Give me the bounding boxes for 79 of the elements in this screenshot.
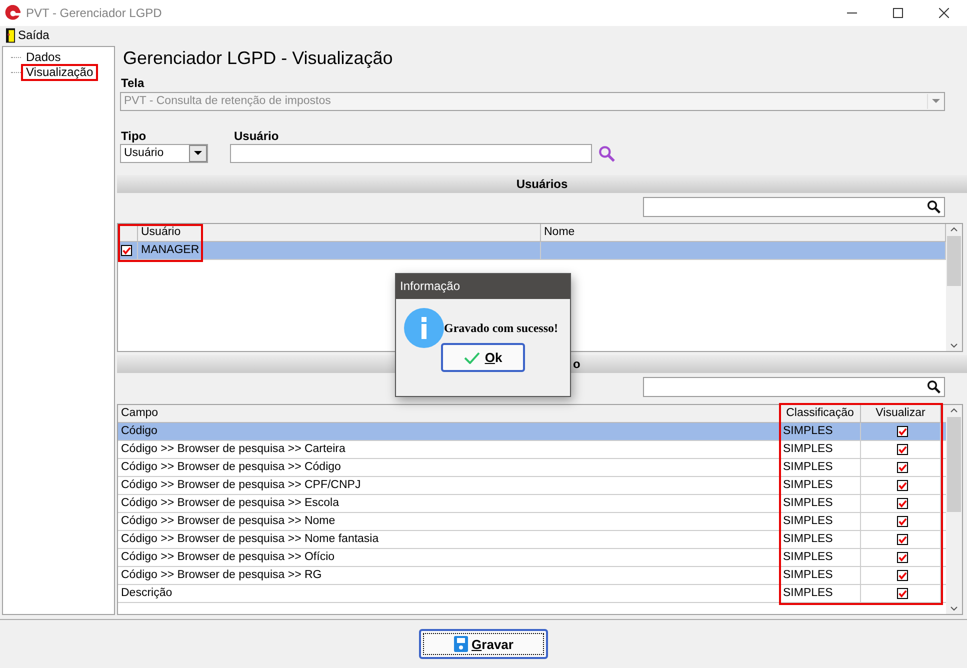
type-dropdown[interactable]: Usuário xyxy=(120,144,208,163)
scroll-down-icon[interactable] xyxy=(950,606,958,611)
column-header[interactable]: Usuário xyxy=(138,224,541,241)
checkbox[interactable] xyxy=(896,462,908,473)
save-button[interactable]: Gravar xyxy=(419,629,548,659)
table-cell-text: Código >> Browser de pesquisa >> Ofício xyxy=(121,550,335,565)
table-row[interactable]: MANAGER xyxy=(118,242,946,260)
table-row[interactable]: Código SIMPLES xyxy=(118,422,946,441)
table-row[interactable]: Código >> Browser de pesquisa >> CPF/CNPJ SIMPLES xyxy=(118,476,946,495)
table-row[interactable]: Código >> Browser de pesquisa >> Nome fantasia SIMPLES xyxy=(118,530,946,549)
table-row[interactable]: Código >> Browser de pesquisa >> RG SIMPLES xyxy=(118,566,946,585)
checkbox[interactable] xyxy=(896,444,908,455)
search-icon[interactable] xyxy=(927,380,941,394)
table-cell-text: Código >> Browser de pesquisa >> Código xyxy=(121,460,341,475)
page-heading: Gerenciador LGPD - Visualização xyxy=(122,47,394,70)
dialog-title: Informação xyxy=(396,274,570,299)
window-title: PVT - Gerenciador LGPD xyxy=(26,6,163,20)
scroll-up-icon[interactable] xyxy=(950,408,958,413)
scroll-up-icon[interactable] xyxy=(950,226,958,232)
checkbox[interactable] xyxy=(896,426,908,437)
ok-button[interactable]: Ok xyxy=(441,343,525,372)
table-row[interactable]: Descrição SIMPLES xyxy=(118,584,946,603)
maximize-icon[interactable] xyxy=(893,8,903,18)
filter-field[interactable] xyxy=(643,376,945,397)
table-cell-text: SIMPLES xyxy=(783,532,833,547)
table-row[interactable]: Código >> Browser de pesquisa >> Escola SIMPLES xyxy=(118,494,946,513)
table-cell-text: SIMPLES xyxy=(783,514,833,529)
tree-item[interactable]: Visualização xyxy=(21,64,98,81)
table-cell-text: SIMPLES xyxy=(783,460,833,475)
table-cell-text: Código >> Browser de pesquisa >> Nome fantasia xyxy=(121,532,379,547)
user-input-field[interactable] xyxy=(230,144,592,163)
column-header[interactable]: Campo xyxy=(118,404,780,422)
dropdown-arrow-icon[interactable] xyxy=(194,151,202,156)
table-cell-text: Código >> Browser de pesquisa >> Nome xyxy=(121,514,336,529)
scrollbar[interactable] xyxy=(946,404,962,614)
table-cell-text: SIMPLES xyxy=(783,586,833,601)
menu-item[interactable]: Saída xyxy=(4,28,52,42)
close-icon[interactable] xyxy=(939,8,949,18)
filter-field[interactable] xyxy=(643,196,945,217)
table-cell-text: Código xyxy=(121,424,158,439)
section-header: Usuários xyxy=(117,174,967,193)
tree-item[interactable]: Dados xyxy=(21,49,66,66)
table-cell-text: SIMPLES xyxy=(783,568,833,583)
table-cell-text: SIMPLES xyxy=(783,550,833,565)
door-icon xyxy=(6,28,15,42)
table-cell-text: Código >> Browser de pesquisa >> Carteira xyxy=(121,442,346,457)
table-cell-text: SIMPLES xyxy=(783,442,833,457)
column-header[interactable]: Visualizar xyxy=(861,404,941,422)
table-cell-text: SIMPLES xyxy=(783,496,833,511)
checkbox[interactable] xyxy=(896,534,908,545)
scroll-down-icon[interactable] xyxy=(950,343,958,348)
checkbox[interactable] xyxy=(896,570,908,581)
checkbox[interactable] xyxy=(121,244,132,256)
app-logo-icon xyxy=(4,4,21,22)
checkbox[interactable] xyxy=(896,498,908,509)
checkbox[interactable] xyxy=(896,480,908,491)
table-row[interactable]: Código >> Browser de pesquisa >> Ofício SIMPLES xyxy=(118,548,946,567)
scrollbar[interactable] xyxy=(946,224,962,352)
table-cell-text: SIMPLES xyxy=(783,424,833,439)
checkbox[interactable] xyxy=(896,552,908,563)
field-label: Usuário xyxy=(233,128,280,144)
table-cell-text: SIMPLES xyxy=(783,478,833,493)
table-row[interactable]: Código >> Browser de pesquisa >> Nome SIMPLES xyxy=(118,512,946,531)
checkbox[interactable] xyxy=(896,516,908,527)
info-icon xyxy=(404,308,444,348)
dialog-message: Gravado com sucesso! xyxy=(444,320,558,336)
table-cell-text: Código >> Browser de pesquisa >> CPF/CNPJ xyxy=(121,478,361,493)
table-cell-text: Descrição xyxy=(121,586,172,601)
table-cell-text: Código >> Browser de pesquisa >> Escola xyxy=(121,496,339,511)
table-cell-text: MANAGER xyxy=(141,242,200,258)
table-cell-text: Código >> Browser de pesquisa >> RG xyxy=(121,568,322,583)
checkmark-icon xyxy=(464,352,480,364)
table-row[interactable]: Código >> Browser de pesquisa >> Carteira SIMPLES xyxy=(118,440,946,459)
search-icon[interactable] xyxy=(927,200,941,214)
field-label: Tela xyxy=(120,76,146,92)
table-row[interactable]: Código >> Browser de pesquisa >> Código SIMPLES xyxy=(118,458,946,477)
checkbox[interactable] xyxy=(896,588,908,599)
field-label: Tipo xyxy=(120,128,148,144)
column-header[interactable]: Classificação xyxy=(780,404,861,422)
